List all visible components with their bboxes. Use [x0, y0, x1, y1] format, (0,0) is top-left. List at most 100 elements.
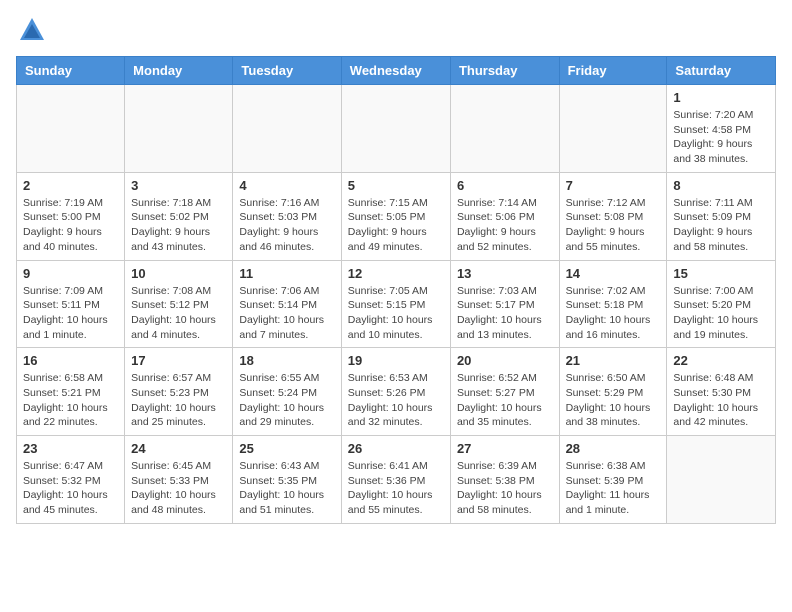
day-info: Sunrise: 6:45 AM Sunset: 5:33 PM Dayligh… — [131, 459, 226, 518]
weekday-friday: Friday — [559, 57, 667, 85]
page-header — [16, 16, 776, 44]
day-info: Sunrise: 7:18 AM Sunset: 5:02 PM Dayligh… — [131, 196, 226, 255]
day-info: Sunrise: 6:58 AM Sunset: 5:21 PM Dayligh… — [23, 371, 118, 430]
day-cell: 1 Sunrise: 7:20 AM Sunset: 4:58 PM Daylig… — [667, 85, 776, 173]
day-info: Sunrise: 6:39 AM Sunset: 5:38 PM Dayligh… — [457, 459, 553, 518]
day-cell: 11Sunrise: 7:06 AM Sunset: 5:14 PM Dayli… — [233, 260, 341, 348]
day-number: 6 — [457, 178, 553, 193]
weekday-saturday: Saturday — [667, 57, 776, 85]
day-info: Sunrise: 7:02 AM Sunset: 5:18 PM Dayligh… — [566, 284, 661, 343]
day-cell: 10 Sunrise: 7:08 AM Sunset: 5:12 PM Dayli… — [125, 260, 233, 348]
day-cell: 7 Sunrise: 7:12 AM Sunset: 5:08 PM Daylig… — [559, 172, 667, 260]
day-cell: 22 Sunrise: 6:48 AM Sunset: 5:30 PM Dayli… — [667, 348, 776, 436]
day-info: Sunrise: 7:16 AM Sunset: 5:03 PM Dayligh… — [239, 196, 334, 255]
day-cell: 17 Sunrise: 6:57 AM Sunset: 5:23 PM Dayli… — [125, 348, 233, 436]
day-cell: 20 Sunrise: 6:52 AM Sunset: 5:27 PM Dayli… — [450, 348, 559, 436]
week-row-2: 2 Sunrise: 7:19 AM Sunset: 5:00 PM Daylig… — [17, 172, 776, 260]
day-number: 2 — [23, 178, 118, 193]
day-number: 16 — [23, 353, 118, 368]
day-number: 26 — [348, 441, 444, 456]
day-cell: 15 Sunrise: 7:00 AM Sunset: 5:20 PM Dayli… — [667, 260, 776, 348]
day-info: Sunrise: 7:15 AM Sunset: 5:05 PM Dayligh… — [348, 196, 444, 255]
day-info: Sunrise: 7:20 AM Sunset: 4:58 PM Dayligh… — [673, 108, 769, 167]
calendar-body: 1 Sunrise: 7:20 AM Sunset: 4:58 PM Daylig… — [17, 85, 776, 524]
day-info: Sunrise: 7:11 AM Sunset: 5:09 PM Dayligh… — [673, 196, 769, 255]
weekday-thursday: Thursday — [450, 57, 559, 85]
day-cell: 3 Sunrise: 7:18 AM Sunset: 5:02 PM Daylig… — [125, 172, 233, 260]
weekday-wednesday: Wednesday — [341, 57, 450, 85]
day-number: 7 — [566, 178, 661, 193]
day-info: Sunrise: 6:48 AM Sunset: 5:30 PM Dayligh… — [673, 371, 769, 430]
week-row-5: 23Sunrise: 6:47 AM Sunset: 5:32 PM Dayli… — [17, 436, 776, 524]
day-number: 3 — [131, 178, 226, 193]
weekday-sunday: Sunday — [17, 57, 125, 85]
day-cell: 9 Sunrise: 7:09 AM Sunset: 5:11 PM Daylig… — [17, 260, 125, 348]
day-info: Sunrise: 7:19 AM Sunset: 5:00 PM Dayligh… — [23, 196, 118, 255]
week-row-1: 1 Sunrise: 7:20 AM Sunset: 4:58 PM Daylig… — [17, 85, 776, 173]
day-cell — [450, 85, 559, 173]
day-number: 8 — [673, 178, 769, 193]
day-info: Sunrise: 6:53 AM Sunset: 5:26 PM Dayligh… — [348, 371, 444, 430]
day-cell: 19Sunrise: 6:53 AM Sunset: 5:26 PM Dayli… — [341, 348, 450, 436]
day-cell — [125, 85, 233, 173]
day-number: 10 — [131, 266, 226, 281]
day-info: Sunrise: 7:09 AM Sunset: 5:11 PM Dayligh… — [23, 284, 118, 343]
day-info: Sunrise: 7:05 AM Sunset: 5:15 PM Dayligh… — [348, 284, 444, 343]
day-info: Sunrise: 6:52 AM Sunset: 5:27 PM Dayligh… — [457, 371, 553, 430]
logo — [16, 16, 46, 44]
day-number: 18 — [239, 353, 334, 368]
day-cell: 13Sunrise: 7:03 AM Sunset: 5:17 PM Dayli… — [450, 260, 559, 348]
day-number: 20 — [457, 353, 553, 368]
day-cell: 4 Sunrise: 7:16 AM Sunset: 5:03 PM Daylig… — [233, 172, 341, 260]
weekday-tuesday: Tuesday — [233, 57, 341, 85]
day-info: Sunrise: 7:12 AM Sunset: 5:08 PM Dayligh… — [566, 196, 661, 255]
day-number: 22 — [673, 353, 769, 368]
day-cell: 25 Sunrise: 6:43 AM Sunset: 5:35 PM Dayli… — [233, 436, 341, 524]
day-cell: 2 Sunrise: 7:19 AM Sunset: 5:00 PM Daylig… — [17, 172, 125, 260]
day-number: 4 — [239, 178, 334, 193]
day-number: 12 — [348, 266, 444, 281]
week-row-3: 9 Sunrise: 7:09 AM Sunset: 5:11 PM Daylig… — [17, 260, 776, 348]
day-cell: 18 Sunrise: 6:55 AM Sunset: 5:24 PM Dayli… — [233, 348, 341, 436]
day-cell: 26 Sunrise: 6:41 AM Sunset: 5:36 PM Dayli… — [341, 436, 450, 524]
day-number: 15 — [673, 266, 769, 281]
day-number: 24 — [131, 441, 226, 456]
day-number: 9 — [23, 266, 118, 281]
day-cell: 21 Sunrise: 6:50 AM Sunset: 5:29 PM Dayli… — [559, 348, 667, 436]
day-info: Sunrise: 7:00 AM Sunset: 5:20 PM Dayligh… — [673, 284, 769, 343]
weekday-header-row: SundayMondayTuesdayWednesdayThursdayFrid… — [17, 57, 776, 85]
day-cell: 28 Sunrise: 6:38 AM Sunset: 5:39 PM Dayli… — [559, 436, 667, 524]
day-number: 28 — [566, 441, 661, 456]
day-cell — [233, 85, 341, 173]
calendar-table: SundayMondayTuesdayWednesdayThursdayFrid… — [16, 56, 776, 524]
day-number: 17 — [131, 353, 226, 368]
day-number: 25 — [239, 441, 334, 456]
day-cell: 8 Sunrise: 7:11 AM Sunset: 5:09 PM Daylig… — [667, 172, 776, 260]
day-number: 13 — [457, 266, 553, 281]
day-info: Sunrise: 6:41 AM Sunset: 5:36 PM Dayligh… — [348, 459, 444, 518]
day-cell: 12 Sunrise: 7:05 AM Sunset: 5:15 PM Dayli… — [341, 260, 450, 348]
day-info: Sunrise: 6:43 AM Sunset: 5:35 PM Dayligh… — [239, 459, 334, 518]
day-number: 21 — [566, 353, 661, 368]
day-number: 1 — [673, 90, 769, 105]
logo-icon — [18, 16, 46, 44]
day-number: 27 — [457, 441, 553, 456]
week-row-4: 16 Sunrise: 6:58 AM Sunset: 5:21 PM Dayli… — [17, 348, 776, 436]
day-cell: 23Sunrise: 6:47 AM Sunset: 5:32 PM Dayli… — [17, 436, 125, 524]
day-cell — [559, 85, 667, 173]
day-cell: 27 Sunrise: 6:39 AM Sunset: 5:38 PM Dayli… — [450, 436, 559, 524]
day-info: Sunrise: 7:08 AM Sunset: 5:12 PM Dayligh… — [131, 284, 226, 343]
day-info: Sunrise: 7:14 AM Sunset: 5:06 PM Dayligh… — [457, 196, 553, 255]
day-info: Sunrise: 6:38 AM Sunset: 5:39 PM Dayligh… — [566, 459, 661, 518]
day-cell: 16 Sunrise: 6:58 AM Sunset: 5:21 PM Dayli… — [17, 348, 125, 436]
day-info: Sunrise: 6:50 AM Sunset: 5:29 PM Dayligh… — [566, 371, 661, 430]
day-info: Sunrise: 6:57 AM Sunset: 5:23 PM Dayligh… — [131, 371, 226, 430]
day-cell — [17, 85, 125, 173]
day-cell — [341, 85, 450, 173]
weekday-monday: Monday — [125, 57, 233, 85]
day-info: Sunrise: 6:55 AM Sunset: 5:24 PM Dayligh… — [239, 371, 334, 430]
day-info: Sunrise: 6:47 AM Sunset: 5:32 PM Dayligh… — [23, 459, 118, 518]
day-number: 11 — [239, 266, 334, 281]
day-cell — [667, 436, 776, 524]
day-number: 5 — [348, 178, 444, 193]
